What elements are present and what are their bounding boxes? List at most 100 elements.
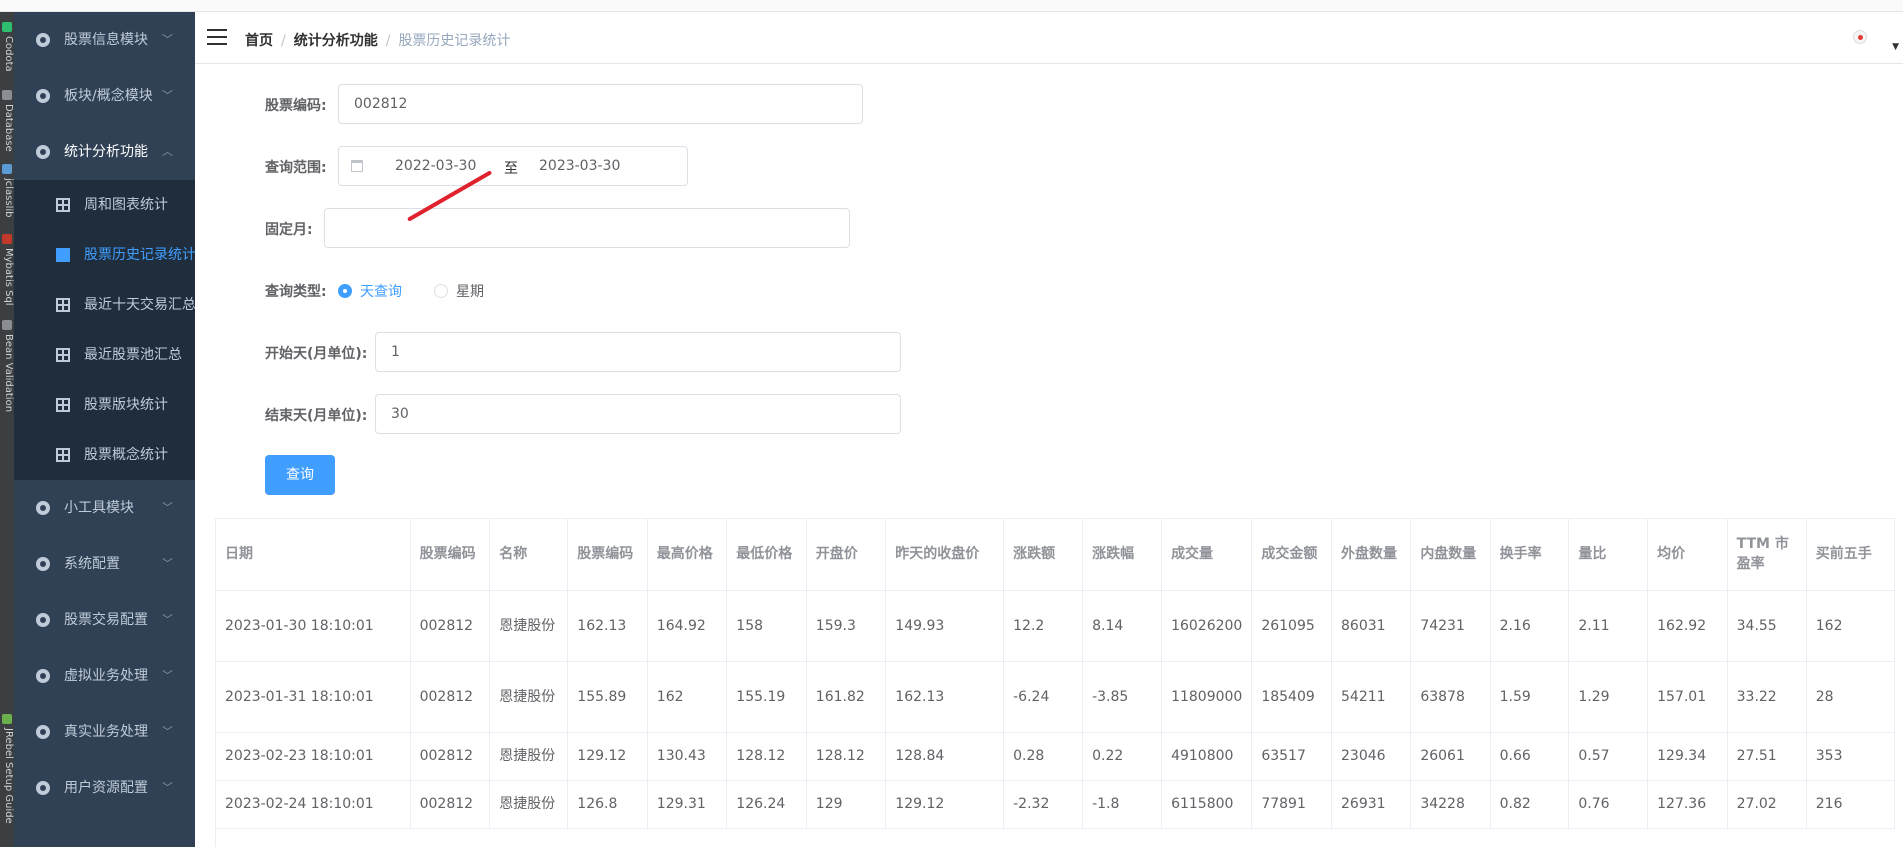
breadcrumb-statistics[interactable]: 统计分析功能 [294, 33, 378, 49]
table-cell: 0.22 [1082, 732, 1163, 781]
column-header: 股票编码 [567, 519, 648, 591]
hamburger-icon[interactable] [207, 29, 227, 45]
table-cell: 8.14 [1082, 590, 1163, 662]
table-cell: 162 [647, 661, 728, 733]
navbar: 首页 / 统计分析功能 / 股票历史记录统计 ▼ [195, 12, 1903, 64]
column-header: 成交金额 [1251, 519, 1332, 591]
menu-tools[interactable]: 小工具模块 ﹀ [14, 480, 195, 536]
submenu-sector-stats[interactable]: 股票版块统计 [14, 380, 195, 430]
menu-circle-icon [36, 501, 50, 515]
table-cell: 1.29 [1568, 661, 1649, 733]
avatar[interactable] [1853, 30, 1867, 44]
chevron-up-icon: ︿ [162, 145, 173, 158]
menu-real-business[interactable]: 真实业务处理 ﹀ [14, 704, 195, 760]
table-cell: 128.84 [885, 732, 1005, 781]
menu-virtual-business[interactable]: 虚拟业务处理 ﹀ [14, 648, 195, 704]
table-cell: -3.85 [1082, 661, 1163, 733]
table-cell: 002812 [410, 780, 491, 829]
submenu-ten-day-summary[interactable]: 最近十天交易汇总 [14, 280, 195, 330]
ide-tab-jclasslib[interactable]: jclasslib [0, 178, 14, 218]
table-cell: 2023-01-31 18:10:01 [216, 661, 411, 733]
table-cell: 162.92 [1647, 590, 1728, 662]
ide-tab-codota[interactable]: Codota [0, 36, 14, 72]
submenu-concept-stats[interactable]: 股票概念统计 [14, 430, 195, 480]
submenu-stock-pool[interactable]: 最近股票池汇总 [14, 330, 195, 380]
jclasslib-icon [2, 164, 12, 174]
table-cell: 4910800 [1161, 732, 1253, 781]
column-header: 内盘数量 [1410, 519, 1491, 591]
table-cell: 恩捷股份 [489, 732, 569, 781]
radio-unchecked-icon [434, 284, 448, 298]
table-cell: 23046 [1331, 732, 1412, 781]
table-icon [56, 198, 70, 212]
table-cell: 2023-02-24 18:10:01 [216, 780, 411, 829]
table-icon [56, 348, 70, 362]
table-cell: 149.93 [885, 590, 1005, 662]
stock-code-input[interactable] [338, 84, 863, 124]
table-cell: 2.11 [1568, 590, 1649, 662]
table-cell: 33.22 [1727, 661, 1807, 733]
start-day-label: 开始天(月单位): [265, 346, 368, 362]
radio-day-query[interactable]: 天查询 [338, 281, 402, 301]
ide-tab-database[interactable]: Database [0, 104, 14, 152]
history-data-table: 日期 股票编码 名称 股票编码 最高价格 最低价格 开盘价 昨天的收盘价 涨跌额 涨跌幅 成交量 成交… [216, 519, 1895, 829]
menu-user-resources[interactable]: 用户资源配置 ﹀ [14, 760, 195, 816]
menu-circle-icon [36, 613, 50, 627]
column-header: 外盘数量 [1331, 519, 1412, 591]
menu-system-config[interactable]: 系统配置 ﹀ [14, 536, 195, 592]
column-header: 换手率 [1490, 519, 1570, 591]
menu-statistics[interactable]: 统计分析功能 ︿ [14, 124, 195, 180]
column-header: 量比 [1568, 519, 1649, 591]
menu-stock-info[interactable]: 股票信息模块 ﹀ [14, 12, 195, 68]
radio-week-query[interactable]: 星期 [434, 281, 484, 301]
start-day-input[interactable] [375, 332, 901, 372]
range-start-date[interactable]: 2022-03-30 [395, 158, 476, 174]
table-cell: 恩捷股份 [489, 780, 569, 829]
range-end-date[interactable]: 2023-03-30 [539, 158, 620, 174]
menu-sector-concept[interactable]: 板块/概念模块 ﹀ [14, 68, 195, 124]
column-header: TTM 市盈率 [1727, 519, 1807, 591]
table-cell: 353 [1806, 732, 1895, 781]
database-icon [2, 90, 12, 100]
caret-down-icon[interactable]: ▼ [1892, 42, 1899, 52]
table-icon [56, 398, 70, 412]
table-icon [56, 298, 70, 312]
column-header: 最低价格 [726, 519, 807, 591]
table-row[interactable]: 2023-02-23 18:10:01 002812 恩捷股份 129.12 130.4… [216, 732, 1895, 781]
menu-trade-config[interactable]: 股票交易配置 ﹀ [14, 592, 195, 648]
table-cell: 002812 [410, 590, 491, 662]
table-icon [56, 448, 70, 462]
table-cell: 159.3 [806, 590, 887, 662]
table-row[interactable]: 2023-02-24 18:10:01 002812 恩捷股份 126.8 129.31… [216, 780, 1895, 829]
table-cell: 6115800 [1161, 780, 1253, 829]
table-cell: 恩捷股份 [489, 661, 569, 733]
ide-tab-bean-validation[interactable]: Bean Validation [0, 334, 14, 412]
browser-bookmark-strip [0, 0, 1903, 12]
calendar-icon [351, 160, 363, 172]
table-row[interactable]: 2023-01-30 18:10:01 002812 恩捷股份 162.13 164.9… [216, 590, 1895, 662]
table-icon [56, 248, 70, 262]
chevron-down-icon: ﹀ [162, 33, 173, 46]
table-row[interactable]: 2023-01-31 18:10:01 002812 恩捷股份 155.89 162 15… [216, 661, 1895, 733]
table-cell: 16026200 [1161, 590, 1253, 662]
column-header: 名称 [489, 519, 569, 591]
ide-tab-jrebel[interactable]: JRebel Setup Guide [0, 728, 14, 824]
end-day-input[interactable] [375, 394, 901, 434]
menu-circle-icon [36, 669, 50, 683]
submenu-stock-history[interactable]: 股票历史记录统计 [14, 230, 195, 280]
column-header: 买前五手 [1806, 519, 1895, 591]
table-cell: 0.28 [1003, 732, 1084, 781]
fixed-month-input[interactable] [324, 208, 850, 248]
table-cell: 2023-01-30 18:10:01 [216, 590, 411, 662]
table-cell: 162.13 [567, 590, 648, 662]
ide-tab-mybatis[interactable]: Mybatis Sql [0, 248, 14, 306]
table-cell: 164.92 [647, 590, 728, 662]
query-button[interactable]: 查询 [265, 455, 335, 495]
chevron-down-icon: ﹀ [162, 557, 173, 570]
table-cell: 185409 [1251, 661, 1332, 733]
breadcrumb-home[interactable]: 首页 [245, 33, 273, 49]
submenu-weekly-chart[interactable]: 周和图表统计 [14, 180, 195, 230]
table-cell: 216 [1806, 780, 1895, 829]
date-range-picker[interactable]: 2022-03-30 至 2023-03-30 [338, 146, 688, 186]
table-cell: 129.31 [647, 780, 728, 829]
